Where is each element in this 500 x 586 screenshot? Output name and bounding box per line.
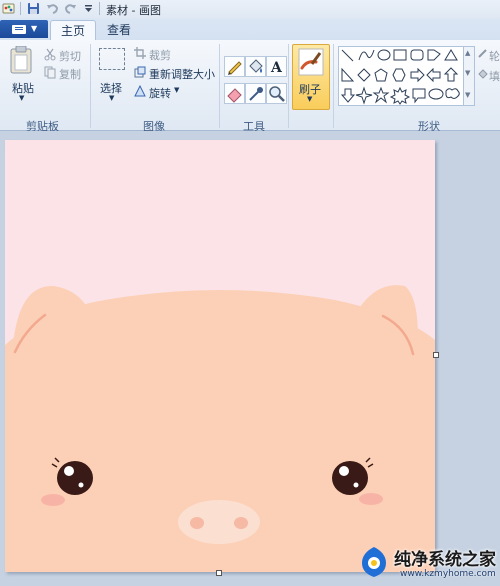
scroll-up-icon: ▲: [465, 49, 471, 57]
eraser-tool[interactable]: [224, 83, 245, 104]
text-tool[interactable]: A: [266, 56, 287, 77]
resize-icon: [134, 66, 146, 78]
copy-label: 复制: [59, 68, 81, 81]
shapes-icon: [340, 49, 460, 105]
site-url: www.kzmyhome.com: [400, 569, 496, 579]
ribbon-divider: [90, 44, 91, 128]
ribbon: 粘贴 ▼ 剪切 复制 剪贴板 选择 ▼ 裁剪 重新调整大小 旋转 ▼ 图像 A: [0, 40, 500, 133]
eraser-icon: [227, 88, 242, 103]
cut-button[interactable]: 剪切: [44, 48, 86, 63]
pig-left-cheek: [41, 494, 65, 506]
redo-icon[interactable]: [64, 2, 77, 15]
shape-fill-label: 填: [489, 70, 500, 83]
rotate-label: 旋转: [149, 87, 171, 100]
brushes-button[interactable]: 刷子 ▼: [292, 44, 330, 110]
pig-right-cheek: [359, 493, 383, 505]
window-title: 素材 - 画图: [106, 4, 161, 17]
select-icon: [99, 48, 125, 70]
scissors-icon: [44, 48, 56, 61]
expand-gallery-icon: ▼: [465, 91, 471, 99]
pig-snout: [178, 500, 260, 544]
chevron-down-icon: ▼: [174, 86, 180, 94]
ribbon-divider: [288, 44, 289, 128]
pencil-tool[interactable]: [224, 56, 245, 77]
copy-button[interactable]: 复制: [44, 66, 86, 81]
site-logo: [362, 547, 386, 577]
undo-icon[interactable]: [46, 2, 59, 15]
shapes-gallery[interactable]: [338, 46, 464, 106]
pig-illustration: [5, 285, 435, 572]
site-name: 纯净系统之家: [394, 550, 496, 570]
resize-label: 重新调整大小: [149, 68, 215, 81]
rotate-icon: [134, 85, 146, 97]
ribbon-tab-row: ▼ 主页 查看: [0, 18, 500, 41]
quick-access-menu-icon[interactable]: [82, 2, 95, 15]
watermark: 纯净系统之家 www.kzmyhome.com: [352, 540, 500, 586]
chevron-down-icon: ▼: [19, 94, 25, 102]
cut-label: 剪切: [59, 50, 81, 63]
file-menu-button[interactable]: ▼: [0, 20, 48, 38]
fill-tool[interactable]: [245, 56, 266, 77]
rotate-button[interactable]: 旋转 ▼: [134, 85, 184, 100]
select-button[interactable]: 选择 ▼: [96, 44, 130, 106]
eyedropper-icon: [249, 87, 263, 101]
canvas-resize-handle-bottom[interactable]: [216, 570, 222, 576]
save-icon[interactable]: [27, 2, 40, 15]
color-picker-tool[interactable]: [245, 83, 266, 104]
canvas-resize-handle-right[interactable]: [433, 352, 439, 358]
svg-text:A: A: [270, 60, 283, 76]
ribbon-divider: [219, 44, 220, 128]
paint-app-icon: [2, 3, 15, 14]
chevron-down-icon: ▼: [109, 94, 115, 102]
drawing-canvas[interactable]: [5, 140, 435, 572]
magnifier-tool[interactable]: [266, 83, 287, 104]
clipboard-icon: [10, 46, 32, 74]
chevron-down-icon: ▼: [31, 24, 38, 33]
shape-fill-button[interactable]: 填: [477, 68, 500, 83]
copy-icon: [44, 66, 56, 79]
paint-bucket-icon: [249, 59, 263, 73]
tab-home[interactable]: 主页: [50, 20, 97, 41]
ribbon-divider: [333, 44, 334, 128]
pencil-icon: [228, 61, 242, 75]
tab-view[interactable]: 查看: [97, 20, 141, 40]
text-icon: A: [270, 60, 283, 76]
crop-label: 裁剪: [149, 49, 171, 62]
crop-icon: [134, 47, 146, 59]
magnifier-icon: [269, 86, 285, 102]
shape-outline-label: 轮: [489, 50, 500, 63]
outline-icon: [478, 49, 487, 58]
chevron-down-icon: ▼: [307, 95, 313, 103]
file-menu-icon: [12, 25, 26, 34]
title-bar: 素材 - 画图: [0, 0, 500, 19]
shapes-scrollbar[interactable]: ▲ ▼ ▼: [463, 46, 475, 106]
shape-outline-button[interactable]: 轮: [477, 48, 500, 63]
resize-button[interactable]: 重新调整大小: [134, 66, 216, 81]
brush-icon: [298, 48, 324, 76]
crop-button[interactable]: 裁剪: [134, 47, 194, 62]
fill-icon: [478, 69, 488, 79]
paste-button[interactable]: 粘贴 ▼: [4, 44, 38, 104]
scroll-down-icon: ▼: [465, 69, 471, 77]
